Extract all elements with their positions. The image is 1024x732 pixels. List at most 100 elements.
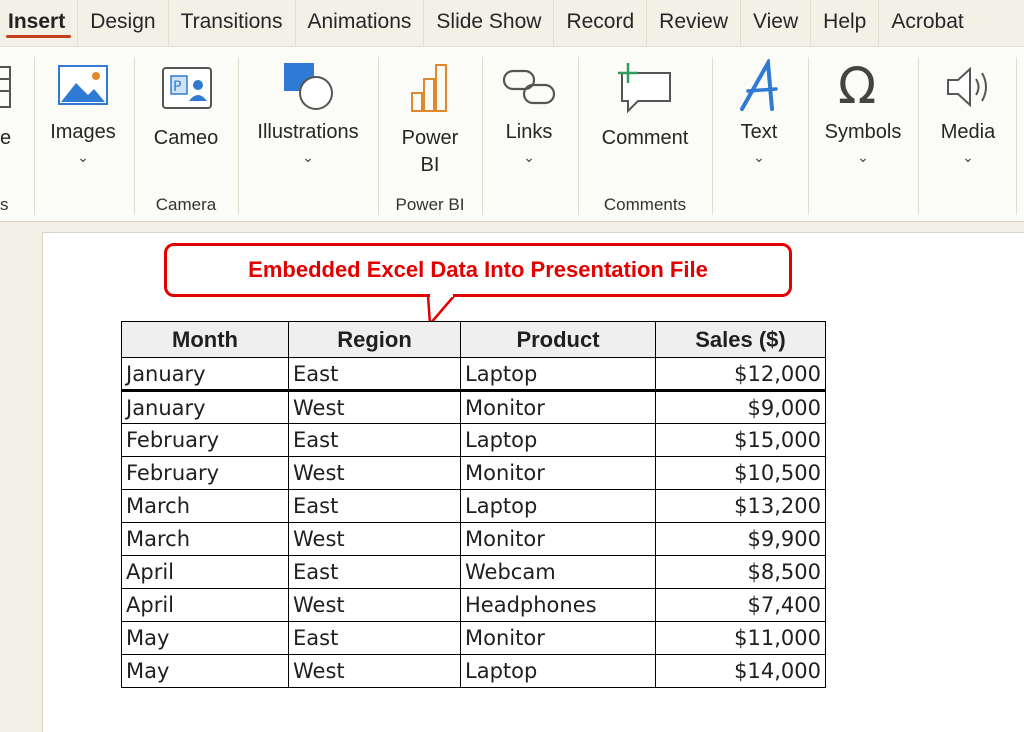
cell: Headphones bbox=[460, 588, 656, 622]
group-divider bbox=[578, 57, 579, 215]
tab-acrobat[interactable]: Acrobat bbox=[879, 0, 975, 46]
column-header: Product bbox=[460, 321, 656, 358]
group-divider bbox=[918, 57, 919, 215]
comment-button[interactable]: Comment bbox=[588, 125, 702, 152]
text-button[interactable]: Text ⌄ bbox=[722, 119, 796, 164]
cell: Laptop bbox=[460, 423, 656, 457]
tab-insert[interactable]: Insert bbox=[0, 0, 77, 46]
group-divider bbox=[712, 57, 713, 215]
cell: $8,500 bbox=[655, 555, 826, 589]
cell: April bbox=[121, 555, 289, 589]
cell: April bbox=[121, 588, 289, 622]
table-row[interactable]: February West Monitor $10,500 bbox=[121, 456, 826, 490]
cell: $7,400 bbox=[655, 588, 826, 622]
tab-design[interactable]: Design bbox=[78, 0, 167, 46]
cell: February bbox=[121, 456, 289, 490]
cell: West bbox=[288, 390, 461, 424]
cell: $9,900 bbox=[655, 522, 826, 556]
svg-text:P: P bbox=[173, 79, 181, 95]
symbols-button[interactable]: Symbols ⌄ bbox=[818, 119, 908, 164]
cell: Laptop bbox=[460, 357, 656, 392]
cell: East bbox=[288, 357, 461, 392]
cell: $11,000 bbox=[655, 621, 826, 655]
power-bi-button[interactable]: Power BI bbox=[390, 125, 470, 179]
cell: Monitor bbox=[460, 390, 656, 424]
symbols-icon: Ω bbox=[838, 57, 877, 115]
cell: West bbox=[288, 522, 461, 556]
cell: East bbox=[288, 555, 461, 589]
table-button-partial[interactable]: e bbox=[0, 125, 14, 152]
column-header: Month bbox=[121, 321, 289, 358]
cell: January bbox=[121, 390, 289, 424]
group-divider bbox=[238, 57, 239, 215]
text-icon bbox=[738, 56, 784, 118]
illustrations-button[interactable]: Illustrations ⌄ bbox=[246, 119, 370, 164]
embedded-excel-table[interactable]: Month Region Product Sales ($) January Ea… bbox=[121, 321, 826, 688]
group-divider bbox=[378, 57, 379, 215]
cell: $14,000 bbox=[655, 654, 826, 688]
ribbon-tab-bar: Insert Design Transitions Animations Sli… bbox=[0, 0, 1024, 46]
table-row[interactable]: May East Monitor $11,000 bbox=[121, 621, 826, 655]
group-divider bbox=[1016, 57, 1017, 215]
media-button[interactable]: Media ⌄ bbox=[928, 119, 1008, 164]
table-row[interactable]: March West Monitor $9,900 bbox=[121, 522, 826, 556]
cell: East bbox=[288, 489, 461, 523]
cell: Monitor bbox=[460, 522, 656, 556]
table-header-row: Month Region Product Sales ($) bbox=[121, 321, 826, 358]
cell: West bbox=[288, 654, 461, 688]
cell: May bbox=[121, 621, 289, 655]
tab-transitions[interactable]: Transitions bbox=[169, 0, 295, 46]
media-icon bbox=[944, 65, 994, 114]
tab-view[interactable]: View bbox=[741, 0, 810, 46]
group-divider bbox=[134, 57, 135, 215]
group-label-comments: Comments bbox=[603, 195, 687, 214]
cell: $9,000 bbox=[655, 390, 826, 424]
table-row[interactable]: April West Headphones $7,400 bbox=[121, 588, 826, 622]
cell: Monitor bbox=[460, 621, 656, 655]
cell: May bbox=[121, 654, 289, 688]
cell: Laptop bbox=[460, 654, 656, 688]
table-row[interactable]: March East Laptop $13,200 bbox=[121, 489, 826, 523]
tab-animations[interactable]: Animations bbox=[296, 0, 424, 46]
ribbon: e s Images ⌄ P Cameo Camera Illustrations… bbox=[0, 46, 1024, 222]
group-label-partial: s bbox=[0, 195, 9, 214]
column-header: Region bbox=[288, 321, 461, 358]
table-row[interactable]: April East Webcam $8,500 bbox=[121, 555, 826, 589]
links-icon bbox=[502, 67, 556, 112]
comment-icon bbox=[614, 61, 672, 118]
cell: Webcam bbox=[460, 555, 656, 589]
tab-help[interactable]: Help bbox=[811, 0, 878, 46]
cell: March bbox=[121, 489, 289, 523]
table-row[interactable]: May West Laptop $14,000 bbox=[121, 654, 826, 688]
table-row[interactable]: February East Laptop $15,000 bbox=[121, 423, 826, 457]
cameo-icon: P bbox=[162, 67, 212, 116]
group-divider bbox=[482, 57, 483, 215]
cell: $13,200 bbox=[655, 489, 826, 523]
cell: Laptop bbox=[460, 489, 656, 523]
cameo-button[interactable]: Cameo bbox=[146, 125, 226, 152]
cell: March bbox=[121, 522, 289, 556]
group-label-power-bi: Power BI bbox=[395, 195, 465, 214]
table-row[interactable]: January East Laptop $12,000 bbox=[121, 357, 826, 392]
tab-record[interactable]: Record bbox=[554, 0, 646, 46]
column-header: Sales ($) bbox=[655, 321, 826, 358]
table-icon[interactable] bbox=[0, 65, 12, 114]
power-bi-icon bbox=[410, 63, 450, 118]
cell: $12,000 bbox=[655, 357, 826, 392]
cell: East bbox=[288, 621, 461, 655]
images-icon bbox=[58, 65, 108, 110]
cell: January bbox=[121, 357, 289, 392]
illustrations-icon bbox=[282, 61, 336, 116]
tab-slide-show[interactable]: Slide Show bbox=[424, 0, 553, 46]
cell: West bbox=[288, 588, 461, 622]
cell: $10,500 bbox=[655, 456, 826, 490]
images-button[interactable]: Images ⌄ bbox=[44, 119, 122, 164]
slide-pane-edge bbox=[0, 222, 42, 732]
group-divider bbox=[34, 57, 35, 215]
links-button[interactable]: Links ⌄ bbox=[490, 119, 568, 164]
callout-box[interactable]: Embedded Excel Data Into Presentation Fi… bbox=[164, 243, 792, 297]
group-label-camera: Camera bbox=[155, 195, 217, 214]
tab-review[interactable]: Review bbox=[647, 0, 740, 46]
cell: February bbox=[121, 423, 289, 457]
table-row[interactable]: January West Monitor $9,000 bbox=[121, 390, 826, 424]
